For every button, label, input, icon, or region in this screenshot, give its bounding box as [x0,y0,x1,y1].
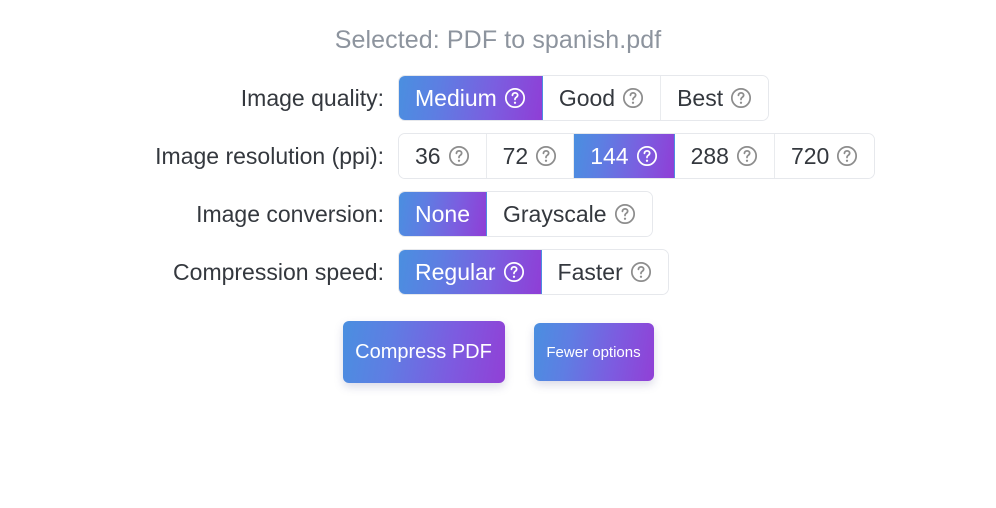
option-row-image-quality: Image quality: Medium Good Best [0,75,996,121]
segment-image-resolution-144[interactable]: 144 [574,134,675,178]
segment-label: Regular [415,258,496,285]
help-circle-icon[interactable] [630,261,652,283]
segment-image-resolution-720[interactable]: 720 [774,134,875,178]
segment-image-quality-medium[interactable]: Medium [399,76,543,120]
help-circle-icon[interactable] [836,145,858,167]
segment-label: 36 [415,142,441,169]
option-row-image-resolution: Image resolution (ppi): 36 72 144 288 720 [0,133,996,179]
segment-compression-speed-regular[interactable]: Regular [399,250,542,294]
segment-label: Faster [557,258,623,285]
segment-label: 720 [790,142,830,169]
segment-label: 288 [690,142,729,169]
help-circle-icon[interactable] [730,87,752,109]
help-circle-icon[interactable] [535,145,557,167]
help-circle-icon[interactable] [503,261,525,283]
options-list: Image quality: Medium Good Best Image resolu… [0,75,996,307]
segmented-control-compression-speed: Regular Faster [398,249,669,295]
action-buttons: Compress PDF Fewer options [342,321,654,383]
help-circle-icon[interactable] [448,145,470,167]
segment-image-resolution-72[interactable]: 72 [486,134,575,178]
segment-image-quality-best[interactable]: Best [661,76,769,120]
compress-pdf-button[interactable]: Compress PDF [342,321,505,383]
segment-label: Grayscale [502,200,607,227]
help-circle-icon[interactable] [736,145,758,167]
segmented-control-image-quality: Medium Good Best [398,75,770,121]
segment-label: Best [677,84,724,111]
help-circle-icon[interactable] [622,87,644,109]
fewer-options-button[interactable]: Fewer options [533,323,654,381]
segment-image-conversion-grayscale[interactable]: Grayscale [486,192,652,236]
option-row-compression-speed: Compression speed: Regular Faster [0,249,996,295]
option-label-image-conversion: Image conversion: [196,200,384,227]
option-row-image-conversion: Image conversion: None Grayscale [0,191,996,237]
help-circle-icon[interactable] [504,87,526,109]
segment-label: 144 [590,142,629,169]
segment-label: 72 [502,142,529,169]
segment-label: Medium [415,84,497,111]
compress-pdf-options-panel: Selected: PDF to spanish.pdf Image quali… [0,0,996,508]
option-label-compression-speed: Compression speed: [173,258,384,285]
option-label-image-resolution: Image resolution (ppi): [155,142,384,169]
segment-label: None [415,200,470,227]
segment-image-resolution-36[interactable]: 36 [399,134,487,178]
segment-image-resolution-288[interactable]: 288 [674,134,775,178]
segment-image-conversion-none[interactable]: None [399,192,487,236]
help-circle-icon[interactable] [614,203,636,225]
segmented-control-image-resolution: 36 72 144 288 720 [398,133,876,179]
segment-label: Good [558,84,616,111]
help-circle-icon[interactable] [636,145,658,167]
segment-compression-speed-faster[interactable]: Faster [541,250,668,294]
segment-image-quality-good[interactable]: Good [542,76,662,120]
selected-file-label: Selected: PDF to spanish.pdf [334,26,662,54]
segmented-control-image-conversion: None Grayscale [398,191,653,237]
option-label-image-quality: Image quality: [240,84,384,111]
